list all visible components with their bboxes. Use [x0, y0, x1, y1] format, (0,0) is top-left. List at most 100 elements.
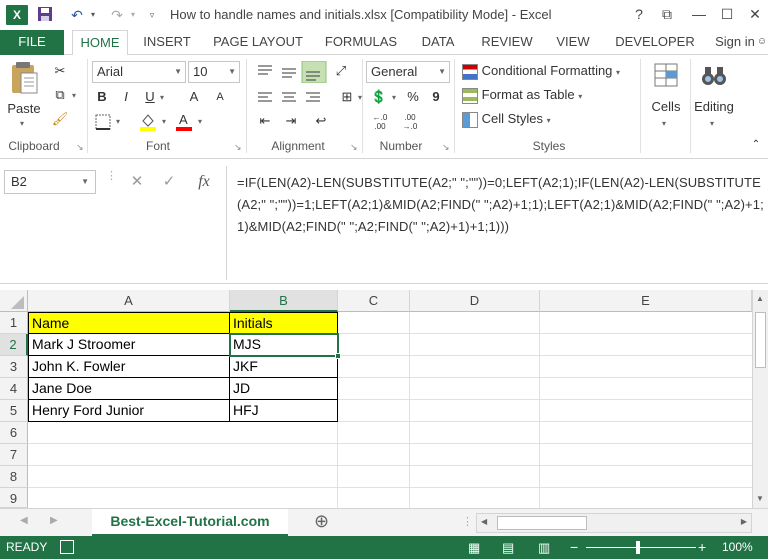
tab-review[interactable]: REVIEW [472, 30, 542, 55]
clipboard-launcher-icon[interactable]: ↘ [76, 142, 84, 153]
row-header-8[interactable]: 8 [0, 466, 28, 488]
number-launcher-icon[interactable]: ↘ [442, 142, 450, 153]
minimize-button[interactable]: — [688, 4, 710, 24]
row-header-2[interactable]: 2 [0, 334, 28, 356]
cut-icon[interactable]: ✂ [50, 61, 70, 81]
tab-developer[interactable]: DEVELOPER [606, 30, 704, 55]
conditional-formatting-button[interactable]: Conditional Formatting ▾ [462, 61, 642, 81]
comma-style-button[interactable]: 9 [428, 87, 444, 107]
close-button[interactable]: ✕ [744, 4, 766, 24]
sheet-tab-active[interactable]: Best-Excel-Tutorial.com [92, 509, 288, 536]
cell-a5[interactable]: Henry Ford Junior [29, 400, 230, 421]
account-icon[interactable]: ☺ [756, 30, 768, 55]
fill-color-icon[interactable] [138, 111, 158, 131]
editing-button[interactable]: Editing [692, 97, 736, 117]
zoom-slider[interactable] [586, 547, 696, 548]
prev-sheet-icon[interactable]: ◀ [20, 515, 28, 526]
row-header-1[interactable]: 1 [0, 312, 28, 334]
undo-dropdown-icon[interactable]: ▾ [88, 6, 98, 24]
cell-b4[interactable]: JD [230, 378, 337, 400]
row-header-3[interactable]: 3 [0, 356, 28, 378]
zoom-level[interactable]: 100% [722, 536, 753, 559]
formula-input[interactable]: =IF(LEN(A2)-LEN(SUBSTITUTE(A2;" ";""))=0… [226, 166, 766, 280]
copy-dropdown-icon[interactable]: ▾ [72, 91, 76, 100]
cell-b5[interactable]: HFJ [230, 400, 337, 421]
accounting-dropdown-icon[interactable]: ▾ [392, 93, 396, 102]
font-name-combo[interactable]: Arial ▼ [92, 61, 186, 83]
decrease-indent-icon[interactable]: ⇤ [254, 111, 276, 131]
bold-button[interactable]: B [94, 87, 110, 107]
cell-a2[interactable]: Mark J Stroomer [29, 334, 230, 356]
tab-data[interactable]: DATA [414, 30, 462, 55]
fill-handle[interactable] [335, 353, 341, 359]
row-header-4[interactable]: 4 [0, 378, 28, 400]
font-color-icon[interactable]: A [174, 111, 194, 131]
cell-styles-button[interactable]: Cell Styles ▾ [462, 109, 642, 129]
zoom-slider-thumb[interactable] [636, 541, 640, 554]
binoculars-icon[interactable] [700, 61, 728, 89]
normal-view-icon[interactable]: ▦ [468, 536, 480, 559]
column-header-e[interactable]: E [540, 290, 752, 312]
tab-home[interactable]: HOME [72, 30, 128, 56]
scroll-up-icon[interactable]: ▲ [756, 294, 764, 303]
horizontal-scrollbar[interactable]: ◀ ▶ [476, 513, 752, 533]
underline-button[interactable]: U [142, 87, 158, 107]
decrease-decimal-icon[interactable]: .00 →.0 [398, 113, 422, 131]
tab-page-layout[interactable]: PAGE LAYOUT [208, 30, 308, 55]
cells-dropdown-icon[interactable]: ▾ [662, 119, 666, 128]
fill-color-dropdown-icon[interactable]: ▾ [162, 117, 166, 126]
zoom-in-button[interactable]: + [698, 536, 706, 559]
cell-a1[interactable]: Name [29, 313, 230, 334]
row-header-6[interactable]: 6 [0, 422, 28, 444]
tab-view[interactable]: VIEW [550, 30, 596, 55]
tab-insert[interactable]: INSERT [136, 30, 198, 55]
macro-recording-icon[interactable] [60, 540, 74, 554]
enter-icon[interactable]: ✓ [158, 172, 180, 192]
merge-center-icon[interactable]: ⊞ [338, 87, 356, 107]
cell-a4[interactable]: Jane Doe [29, 378, 230, 400]
wrap-text-icon[interactable]: ↩ [310, 111, 332, 131]
grow-font-button[interactable]: A [186, 87, 202, 107]
row-header-9[interactable]: 9 [0, 488, 28, 508]
paste-dropdown-icon[interactable]: ▾ [20, 119, 24, 128]
save-icon[interactable] [36, 6, 54, 24]
font-size-combo[interactable]: 10 ▼ [188, 61, 240, 83]
redo-dropdown-icon[interactable]: ▾ [128, 6, 138, 24]
accounting-format-icon[interactable]: 💲 [368, 87, 390, 107]
format-as-table-button[interactable]: Format as Table ▾ [462, 85, 642, 105]
percent-button[interactable]: % [404, 87, 422, 107]
select-all-corner[interactable] [0, 290, 28, 312]
row-header-5[interactable]: 5 [0, 400, 28, 422]
add-sheet-button[interactable]: ⊕ [314, 511, 329, 532]
number-format-combo[interactable]: General ▼ [366, 61, 450, 83]
page-break-view-icon[interactable]: ▥ [538, 536, 550, 559]
cancel-entry-icon[interactable]: ✕ [126, 172, 148, 192]
format-painter-icon[interactable]: 🖌 [50, 109, 70, 129]
borders-dropdown-icon[interactable]: ▾ [116, 117, 120, 126]
underline-dropdown-icon[interactable]: ▾ [160, 93, 164, 102]
cell-b1[interactable]: Initials [230, 313, 337, 334]
ribbon-display-options-icon[interactable]: ⧉ [656, 4, 678, 24]
drag-handle[interactable]: ⋮ [106, 171, 117, 190]
paste-icon[interactable] [8, 61, 40, 97]
scroll-down-icon[interactable]: ▼ [756, 494, 764, 503]
maximize-button[interactable]: ☐ [716, 4, 738, 24]
column-header-c[interactable]: C [338, 290, 410, 312]
alignment-launcher-icon[interactable]: ↘ [350, 142, 358, 153]
collapse-ribbon-icon[interactable]: ⌃ [748, 135, 764, 155]
next-sheet-icon[interactable]: ▶ [50, 515, 58, 526]
copy-icon[interactable]: ⧉ [50, 85, 70, 105]
editing-dropdown-icon[interactable]: ▾ [710, 119, 714, 128]
borders-icon[interactable] [94, 113, 112, 131]
vertical-scroll-thumb[interactable] [755, 312, 766, 368]
cell-b2[interactable]: MJS [230, 334, 337, 356]
zoom-out-button[interactable]: − [570, 536, 578, 559]
column-header-d[interactable]: D [410, 290, 540, 312]
undo-icon[interactable]: ↶ [66, 6, 88, 24]
column-header-b[interactable]: B [230, 290, 338, 312]
tab-formulas[interactable]: FORMULAS [318, 30, 404, 55]
cell-b3[interactable]: JKF [230, 356, 337, 378]
redo-icon[interactable]: ↷ [106, 6, 128, 24]
tab-file[interactable]: FILE [0, 30, 64, 55]
cells-icon[interactable] [652, 61, 680, 89]
